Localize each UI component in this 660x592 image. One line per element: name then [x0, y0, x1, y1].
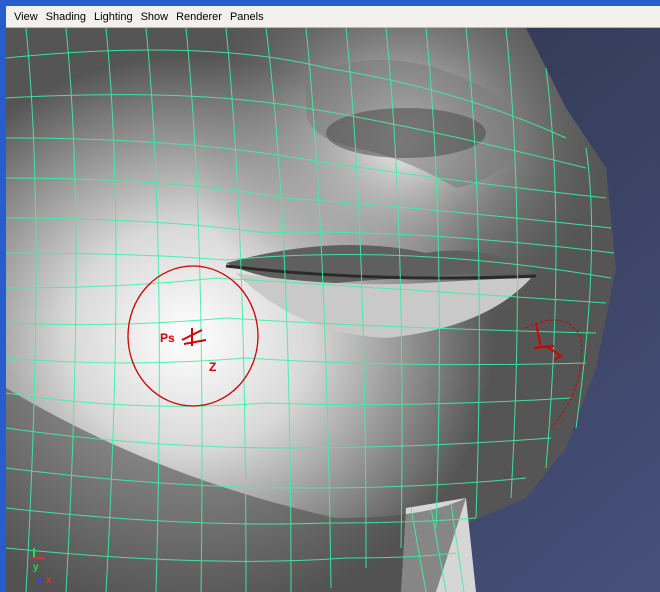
3d-viewport[interactable]: Ps Z y z x camera2 [6, 28, 660, 592]
manipulator-label: Ps [160, 331, 175, 345]
menu-view[interactable]: View [10, 6, 42, 28]
axis-y-label: y [33, 562, 39, 573]
menu-panels[interactable]: Panels [226, 6, 268, 28]
menu-show[interactable]: Show [137, 6, 173, 28]
viewport-canvas[interactable] [6, 28, 660, 592]
menu-shading[interactable]: Shading [42, 6, 90, 28]
menu-lighting[interactable]: Lighting [90, 6, 137, 28]
panel-menubar: View Shading Lighting Show Renderer Pane… [6, 6, 660, 28]
axis-x-label: x [46, 575, 52, 586]
menu-renderer[interactable]: Renderer [172, 6, 226, 28]
manipulator-axis-label: Z [209, 360, 217, 374]
maya-panel-window: View Shading Lighting Show Renderer Pane… [0, 0, 660, 592]
axis-z-label: z [37, 575, 42, 586]
